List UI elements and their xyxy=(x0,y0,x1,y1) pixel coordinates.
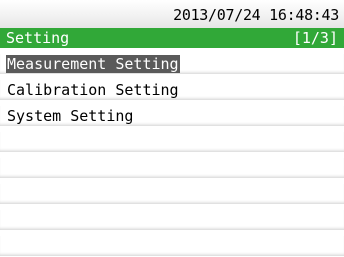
empty-menu-row xyxy=(0,184,344,204)
empty-menu-row xyxy=(0,236,344,256)
title-bar: Setting [1/3] xyxy=(0,28,344,48)
status-bar: 2013/07/24 16:48:43 xyxy=(0,0,344,28)
datetime-display: 2013/07/24 16:48:43 xyxy=(173,6,339,24)
empty-menu-row xyxy=(0,158,344,178)
page-title: Setting xyxy=(6,29,70,47)
menu-item-label: Measurement Setting xyxy=(6,55,180,73)
page-indicator: [1/3] xyxy=(292,29,338,47)
empty-menu-row xyxy=(0,210,344,230)
device-screen: 2013/07/24 16:48:43 Setting [1/3] Measur… xyxy=(0,0,344,257)
menu-item-measurement-setting[interactable]: Measurement Setting xyxy=(0,54,344,74)
empty-menu-row xyxy=(0,132,344,152)
menu-item-calibration-setting[interactable]: Calibration Setting xyxy=(0,80,344,100)
menu-item-label: Calibration Setting xyxy=(7,81,179,99)
menu-item-label: System Setting xyxy=(7,107,134,125)
menu-item-system-setting[interactable]: System Setting xyxy=(0,106,344,126)
